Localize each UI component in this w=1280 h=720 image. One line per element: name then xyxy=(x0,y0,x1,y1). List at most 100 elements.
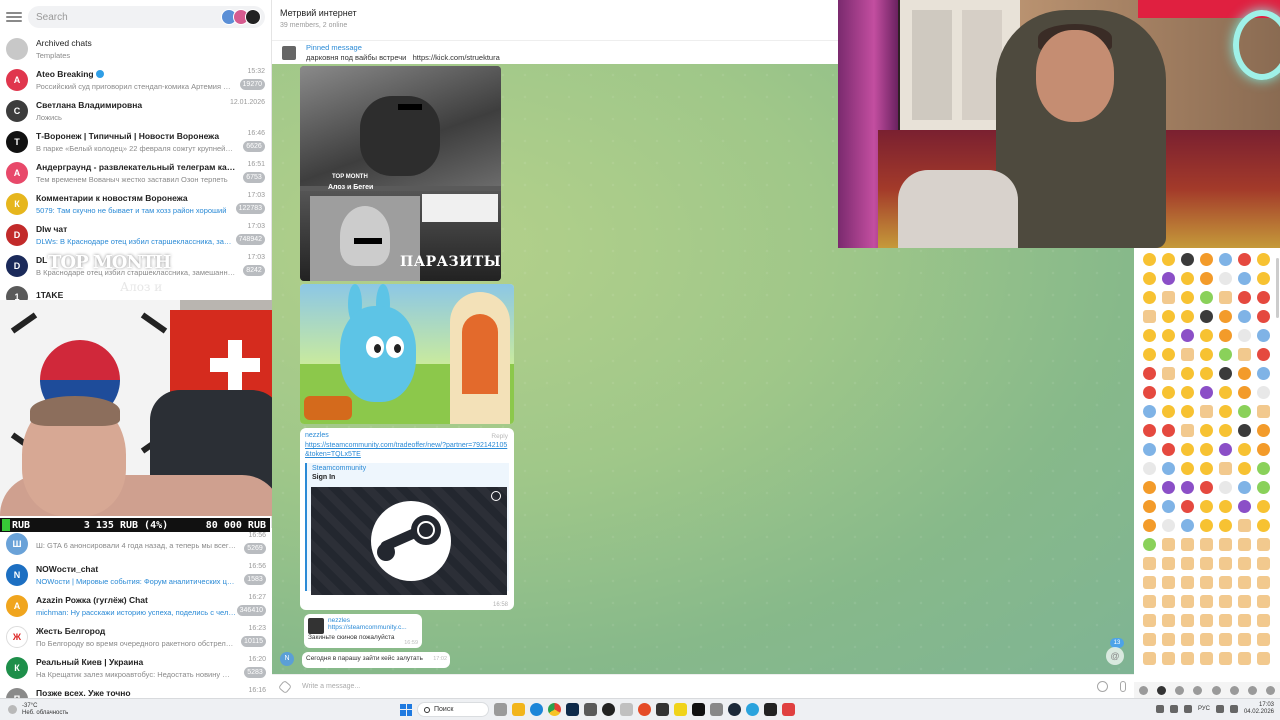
emoji-icon[interactable] xyxy=(1162,329,1175,342)
emoji-icon[interactable] xyxy=(1238,576,1251,589)
emoji-icon[interactable] xyxy=(1257,576,1270,589)
emoji-icon[interactable] xyxy=(1143,557,1156,570)
menu-icon[interactable] xyxy=(6,10,22,24)
animals-tab-icon[interactable] xyxy=(1175,685,1185,695)
emoji-icon[interactable] xyxy=(1200,310,1213,323)
emoji-icon[interactable] xyxy=(1162,310,1175,323)
emoji-icon[interactable] xyxy=(1162,614,1175,627)
emoji-icon[interactable] xyxy=(1200,576,1213,589)
emoji-icon[interactable] xyxy=(1162,405,1175,418)
emoji-icon[interactable] xyxy=(1181,652,1194,665)
emoji-icon[interactable] xyxy=(1162,652,1175,665)
emoji-icon[interactable] xyxy=(1200,272,1213,285)
pinned-link[interactable]: https://kick.com/struektura xyxy=(413,53,500,62)
chat-list-item[interactable]: К Комментарии к новостям Воронежа 5079: Та… xyxy=(0,188,271,219)
edge-icon[interactable] xyxy=(530,703,543,716)
emoji-icon[interactable] xyxy=(1238,443,1251,456)
emoji-icon[interactable] xyxy=(1257,291,1270,304)
search-input[interactable]: Search xyxy=(28,6,265,28)
emoji-icon[interactable] xyxy=(1143,291,1156,304)
emoji-icon[interactable] xyxy=(1219,272,1232,285)
emoji-icon[interactable] xyxy=(1162,253,1175,266)
emoji-icon[interactable] xyxy=(1257,519,1270,532)
emoji-icon[interactable] xyxy=(1257,481,1270,494)
emoji-icon[interactable] xyxy=(1181,519,1194,532)
emoji-icon[interactable] xyxy=(1219,310,1232,323)
emoji-icon[interactable] xyxy=(1200,462,1213,475)
emoji-icon[interactable] xyxy=(1238,329,1251,342)
mention-icon[interactable]: @ xyxy=(1106,647,1124,665)
emoji-icon[interactable] xyxy=(1219,538,1232,551)
chat-list-item[interactable]: A Ateo Breaking Российский суд приговорил … xyxy=(0,64,271,95)
emoji-icon[interactable] xyxy=(1200,329,1213,342)
emoji-icon[interactable] xyxy=(1219,253,1232,266)
emoji-icon[interactable] xyxy=(1181,500,1194,513)
emoji-icon[interactable] xyxy=(1238,500,1251,513)
app-icon[interactable] xyxy=(674,703,687,716)
emoji-icon[interactable] xyxy=(1257,538,1270,551)
emoji-icon[interactable] xyxy=(1219,462,1232,475)
app-icon[interactable] xyxy=(692,703,705,716)
app-icon[interactable] xyxy=(584,703,597,716)
chat-list-item[interactable]: А Андерграунд - развлекательный телеграм … xyxy=(0,157,271,188)
emoji-icon[interactable] xyxy=(1238,633,1251,646)
emoji-icon[interactable] xyxy=(1238,519,1251,532)
emoji-icon[interactable] xyxy=(1200,253,1213,266)
emoji-icon[interactable] xyxy=(1181,443,1194,456)
app-icon[interactable] xyxy=(764,703,777,716)
chat-list-item[interactable]: ППозже всех. Уже точноСтали известны гла… xyxy=(0,683,272,698)
emoji-icon[interactable] xyxy=(1257,614,1270,627)
emoji-icon[interactable] xyxy=(1219,348,1232,361)
terminal-icon[interactable] xyxy=(656,703,669,716)
emoji-icon[interactable] xyxy=(1162,538,1175,551)
emoji-icon[interactable] xyxy=(1162,576,1175,589)
emoji-icon[interactable] xyxy=(1181,386,1194,399)
emoji-icon[interactable] xyxy=(1200,424,1213,437)
emoji-icon[interactable] xyxy=(1200,614,1213,627)
emoji-icon[interactable] xyxy=(1097,681,1108,692)
emoji-icon[interactable] xyxy=(1181,253,1194,266)
emoji-icon[interactable] xyxy=(1200,348,1213,361)
emoji-icon[interactable] xyxy=(1143,481,1156,494)
emoji-icon[interactable] xyxy=(1238,386,1251,399)
emoji-icon[interactable] xyxy=(1143,500,1156,513)
sender-avatar[interactable]: N xyxy=(280,652,294,666)
emoji-icon[interactable] xyxy=(1162,348,1175,361)
emoji-icon[interactable] xyxy=(1162,557,1175,570)
travel-tab-icon[interactable] xyxy=(1229,685,1239,695)
start-button[interactable] xyxy=(400,703,412,716)
emoji-icon[interactable] xyxy=(1181,614,1194,627)
emoji-icon[interactable] xyxy=(1181,348,1194,361)
emoji-icon[interactable] xyxy=(1162,500,1175,513)
chat-list-item[interactable]: D Dlw чат DLWs: В Краснодаре отец избил ст… xyxy=(0,219,271,250)
emoji-icon[interactable] xyxy=(1238,557,1251,570)
emoji-icon[interactable] xyxy=(1162,519,1175,532)
chat-list-item[interactable]: С Светлана Владимировна Ложись 12.01.2026 xyxy=(0,95,271,126)
chat-list-item[interactable]: Т Т-Воронеж | Типичный | Новости Воронежа… xyxy=(0,126,271,157)
emoji-icon[interactable] xyxy=(1143,386,1156,399)
emoji-icon[interactable] xyxy=(1238,424,1251,437)
story-avatars[interactable] xyxy=(221,9,261,25)
photo-message[interactable]: TOP MONTH Алоз и Бегеи ПАРАЗИТЫ xyxy=(300,66,501,281)
explorer-icon[interactable] xyxy=(512,703,525,716)
emoji-icon[interactable] xyxy=(1238,253,1251,266)
emoji-icon[interactable] xyxy=(1200,386,1213,399)
emoji-icon[interactable] xyxy=(1238,367,1251,380)
flags-tab-icon[interactable] xyxy=(1266,685,1276,695)
emoji-icon[interactable] xyxy=(1219,595,1232,608)
emoji-icon[interactable] xyxy=(1257,633,1270,646)
app-icon[interactable] xyxy=(782,703,795,716)
tray-chevron-icon[interactable] xyxy=(1155,705,1164,713)
emoji-icon[interactable] xyxy=(1238,481,1251,494)
emoji-icon[interactable] xyxy=(1181,367,1194,380)
emoji-icon[interactable] xyxy=(1181,310,1194,323)
emoji-icon[interactable] xyxy=(1181,557,1194,570)
emoji-icon[interactable] xyxy=(1200,557,1213,570)
emoji-icon[interactable] xyxy=(1162,386,1175,399)
emoji-icon[interactable] xyxy=(1200,519,1213,532)
app-icon[interactable] xyxy=(620,703,633,716)
emoji-icon[interactable] xyxy=(1238,310,1251,323)
emoji-icon[interactable] xyxy=(1219,557,1232,570)
volume-icon[interactable] xyxy=(1229,705,1238,713)
emoji-icon[interactable] xyxy=(1219,443,1232,456)
